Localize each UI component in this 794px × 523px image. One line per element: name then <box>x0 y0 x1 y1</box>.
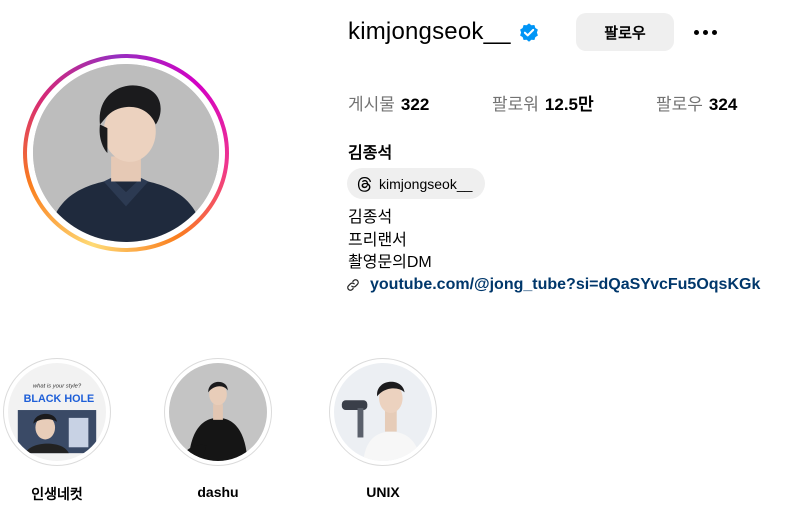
threads-icon <box>357 176 372 192</box>
story-highlight[interactable]: UNIX <box>328 358 438 500</box>
highlight-label: dashu <box>197 484 239 500</box>
more-dot <box>693 29 699 35</box>
threads-handle: kimjongseok__ <box>379 175 473 192</box>
more-dot <box>702 29 708 35</box>
highlight-cover-ring <box>164 358 272 466</box>
verified-badge-icon <box>520 23 538 42</box>
highlight-cover-text: BLACK HOLE <box>24 393 95 405</box>
highlight-label: UNIX <box>366 484 400 500</box>
avatar[interactable] <box>33 64 219 242</box>
external-link-text: youtube.com/@jong_tube?si=dQaSYvcFu5OqsK… <box>370 276 761 293</box>
profile-stats: 게시물 322 팔로워 12.5만 팔로우 324 <box>348 90 768 115</box>
highlight-cover-image <box>169 363 267 461</box>
following-stat[interactable]: 팔로우 324 <box>656 90 737 115</box>
followers-count: 12.5만 <box>544 95 594 114</box>
story-highlight[interactable]: what is your style? BLACK HOLE 인생네컷 <box>2 358 112 504</box>
followers-label: 팔로워 <box>492 95 539 114</box>
profile-avatar-story-ring[interactable] <box>23 54 229 252</box>
highlight-cover-text: what is your style? <box>33 384 82 390</box>
story-highlight[interactable]: dashu <box>163 358 273 500</box>
more-dot <box>711 29 717 35</box>
follow-button[interactable]: 팔로우 <box>576 13 674 51</box>
bio-line: 촬영문의DM <box>348 254 432 271</box>
profile-bio: 김종석 프리랜서 촬영문의DM <box>348 207 432 275</box>
highlight-cover-ring: what is your style? BLACK HOLE <box>3 358 111 466</box>
followers-stat[interactable]: 팔로워 12.5만 <box>492 90 594 115</box>
posts-stat: 게시물 322 <box>348 90 429 115</box>
posts-label: 게시물 <box>348 95 395 114</box>
external-link[interactable]: youtube.com/@jong_tube?si=dQaSYvcFu5OqsK… <box>346 276 760 294</box>
following-count: 324 <box>708 95 738 114</box>
highlight-cover <box>169 363 267 461</box>
highlight-cover: what is your style? BLACK HOLE <box>8 363 106 461</box>
highlight-cover-image <box>334 363 432 461</box>
link-icon <box>347 279 359 291</box>
avatar-photo <box>33 64 219 242</box>
highlight-cover-ring <box>329 358 437 466</box>
profile-username: kimjongseok__ <box>348 18 511 45</box>
following-label: 팔로우 <box>656 95 703 114</box>
threads-profile-link[interactable]: kimjongseok__ <box>347 168 486 199</box>
highlight-cover-image: what is your style? BLACK HOLE <box>8 363 106 461</box>
profile-full-name: 김종석 <box>348 145 393 162</box>
avatar-gap <box>27 58 225 248</box>
highlight-cover <box>334 363 432 461</box>
bio-line: 김종석 <box>348 209 393 226</box>
highlight-label: 인생네컷 <box>31 486 83 502</box>
posts-count: 322 <box>400 95 430 114</box>
more-options-icon[interactable] <box>690 20 720 44</box>
bio-line: 프리랜서 <box>348 231 407 249</box>
